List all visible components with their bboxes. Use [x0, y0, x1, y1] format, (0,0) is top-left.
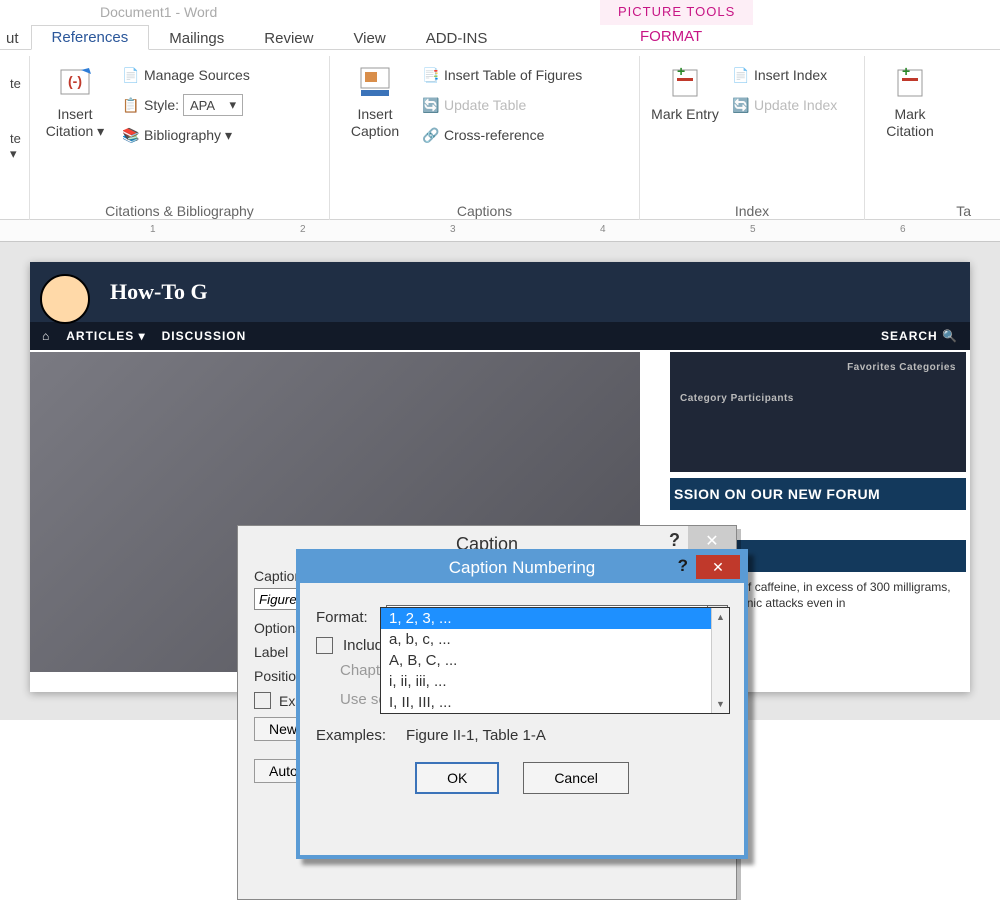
- help-icon[interactable]: ?: [678, 556, 688, 576]
- examples-label: Examples:: [316, 727, 386, 744]
- style-icon: 📋: [122, 96, 140, 114]
- format-label: Format:: [316, 609, 376, 626]
- group-label-index: Index: [640, 203, 864, 219]
- title-bar: Document1 - Word PICTURE TOOLS FORMAT ut…: [0, 0, 1000, 50]
- citation-icon: (-): [55, 62, 95, 102]
- svg-text:(-): (-): [68, 73, 82, 89]
- bibliography-button[interactable]: 📚 Bibliography ▾: [118, 122, 254, 148]
- ribbon-tabs: ut References Mailings Review View ADD-I…: [0, 25, 507, 50]
- svg-text:+: +: [902, 64, 910, 79]
- forum-banner: SSION ON OUR NEW FORUM: [670, 478, 966, 510]
- nav-search: SEARCH 🔍: [881, 329, 958, 343]
- style-dropdown[interactable]: APA▾: [183, 94, 243, 116]
- ruler-tick: 2: [300, 224, 306, 235]
- mark-citation-button[interactable]: + Mark Citation: [875, 56, 945, 140]
- home-icon: ⌂: [42, 329, 50, 343]
- web-logo-avatar: [40, 274, 90, 324]
- ruler-tick: 6: [900, 224, 906, 235]
- group-table-of-authorities: + Mark Citation Ta: [865, 56, 975, 221]
- update-index-icon: 🔄: [732, 96, 750, 114]
- format-option[interactable]: a, b, c, ...: [381, 629, 729, 650]
- document-title: Document1 - Word: [100, 4, 217, 20]
- caption-numbering-titlebar[interactable]: Caption Numbering ? ✕: [300, 553, 744, 583]
- tab-addins[interactable]: ADD-INS: [406, 27, 508, 50]
- caption-icon: [355, 62, 395, 102]
- scroll-down-icon: ▼: [716, 699, 725, 709]
- ruler-tick: 3: [450, 224, 456, 235]
- insert-index-icon: 📄: [732, 66, 750, 84]
- ok-button[interactable]: OK: [415, 762, 499, 794]
- insert-table-of-figures-button[interactable]: 📑 Insert Table of Figures: [418, 62, 586, 88]
- insert-citation-button[interactable]: (-) Insert Citation ▾: [40, 56, 110, 148]
- format-context-subtab[interactable]: FORMAT: [600, 25, 742, 48]
- tof-icon: 📑: [422, 66, 440, 84]
- exclude-checkbox[interactable]: [254, 692, 271, 709]
- bibliography-icon: 📚: [122, 126, 140, 144]
- insert-caption-button[interactable]: Insert Caption: [340, 56, 410, 148]
- ruler-tick: 1: [150, 224, 156, 235]
- partial-btn-top[interactable]: te: [10, 76, 19, 91]
- svg-text:+: +: [677, 64, 685, 79]
- insert-index-button[interactable]: 📄 Insert Index: [728, 62, 841, 88]
- ribbon-area: te te ▾ (-) Insert Citation ▾ 📄 Manage S…: [0, 50, 1000, 220]
- format-option[interactable]: i, ii, iii, ...: [381, 671, 729, 692]
- horizontal-ruler[interactable]: 1 2 3 4 5 6: [0, 220, 1000, 242]
- picture-tools-context-tab[interactable]: PICTURE TOOLS: [600, 0, 753, 25]
- cross-reference-icon: 🔗: [422, 126, 440, 144]
- group-label-citations: Citations & Bibliography: [30, 203, 329, 219]
- examples-value: Figure II-1, Table 1-A: [406, 727, 546, 744]
- group-citations-bibliography: (-) Insert Citation ▾ 📄 Manage Sources 📋…: [30, 56, 330, 221]
- group-captions: Insert Caption 📑 Insert Table of Figures…: [330, 56, 640, 221]
- format-option[interactable]: I, II, III, ...: [381, 692, 729, 713]
- document-canvas[interactable]: How-To G ⌂ ARTICLES ▾ DISCUSSION SEARCH …: [0, 242, 1000, 720]
- nav-discussion: DISCUSSION: [162, 329, 247, 343]
- format-option[interactable]: A, B, C, ...: [381, 650, 729, 671]
- include-chapter-checkbox[interactable]: [316, 637, 333, 654]
- group-label-ta-partial: Ta: [865, 203, 975, 219]
- partial-btn-bottom[interactable]: te ▾: [10, 131, 19, 162]
- tab-references[interactable]: References: [31, 25, 150, 50]
- cancel-button[interactable]: Cancel: [523, 762, 629, 794]
- forum-box: Favorites Categories Category Participan…: [670, 352, 966, 472]
- update-table-button: 🔄 Update Table: [418, 92, 586, 118]
- web-header: How-To G: [30, 262, 970, 322]
- tab-layout-partial[interactable]: ut: [0, 27, 31, 50]
- manage-sources-icon: 📄: [122, 66, 140, 84]
- ruler-tick: 4: [600, 224, 606, 235]
- close-icon[interactable]: ✕: [696, 555, 740, 579]
- web-nav-bar: ⌂ ARTICLES ▾ DISCUSSION SEARCH 🔍: [30, 322, 970, 350]
- format-dropdown-list[interactable]: 1, 2, 3, ... a, b, c, ... A, B, C, ... i…: [380, 607, 730, 714]
- style-label: Style:: [144, 97, 179, 113]
- update-table-icon: 🔄: [422, 96, 440, 114]
- web-site-title: How-To G: [110, 279, 208, 305]
- caption-numbering-title: Caption Numbering: [449, 558, 595, 578]
- scroll-up-icon: ▲: [716, 612, 725, 622]
- group-partial-left: te te ▾: [0, 56, 30, 221]
- cross-reference-button[interactable]: 🔗 Cross-reference: [418, 122, 586, 148]
- mark-citation-icon: +: [890, 62, 930, 102]
- mark-entry-button[interactable]: + Mark Entry: [650, 56, 720, 123]
- tab-view[interactable]: View: [333, 27, 405, 50]
- ruler-tick: 5: [750, 224, 756, 235]
- style-selector-row: 📋 Style: APA▾: [118, 92, 254, 118]
- tab-review[interactable]: Review: [244, 27, 333, 50]
- mark-entry-icon: +: [665, 62, 705, 102]
- group-index: + Mark Entry 📄 Insert Index 🔄 Update Ind…: [640, 56, 865, 221]
- manage-sources-button[interactable]: 📄 Manage Sources: [118, 62, 254, 88]
- tab-mailings[interactable]: Mailings: [149, 27, 244, 50]
- help-icon[interactable]: ?: [669, 530, 680, 551]
- group-label-captions: Captions: [330, 203, 639, 219]
- update-index-button: 🔄 Update Index: [728, 92, 841, 118]
- format-option[interactable]: 1, 2, 3, ...: [381, 608, 729, 629]
- caption-numbering-body: Format: 1, 2, 3, ... ▼ 1, 2, 3, ... a, b…: [300, 583, 744, 808]
- dropdown-scrollbar[interactable]: ▲▼: [711, 608, 729, 713]
- nav-articles: ARTICLES ▾: [66, 329, 145, 343]
- caption-numbering-dialog[interactable]: Caption Numbering ? ✕ Format: 1, 2, 3, .…: [296, 549, 748, 859]
